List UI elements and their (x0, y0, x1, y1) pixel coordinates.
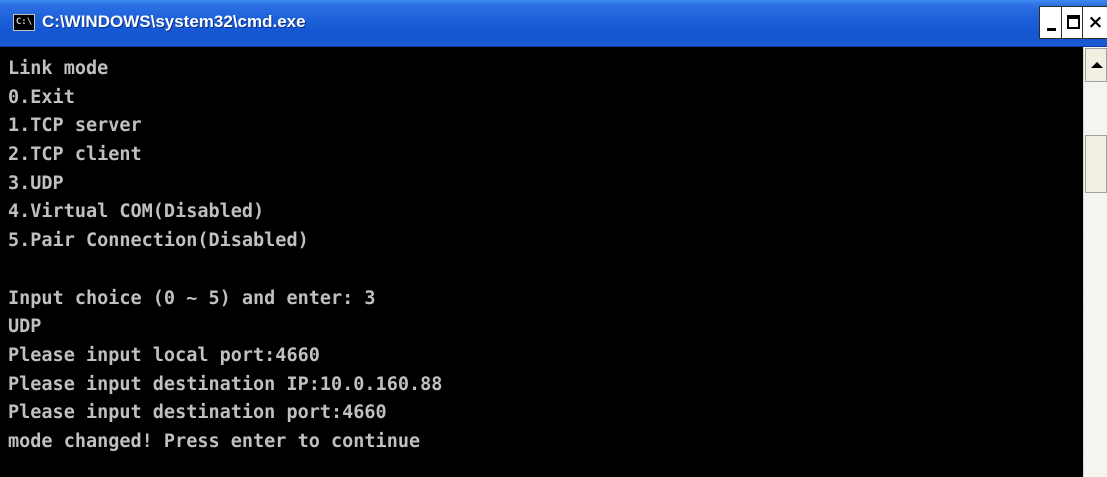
console-line: 0.Exit (8, 86, 75, 108)
console-line: Please input destination port:4660 (8, 402, 387, 424)
scroll-up-button[interactable] (1085, 48, 1107, 82)
title-bar[interactable]: C:\ C:\WINDOWS\system32\cmd.exe × (0, 0, 1107, 47)
close-icon: × (1087, 11, 1104, 33)
maximize-icon (1067, 15, 1080, 29)
console-line: 5.Pair Connection(Disabled) (8, 230, 309, 252)
window-title: C:\WINDOWS\system32\cmd.exe (42, 12, 306, 31)
console-line: 2.TCP client (8, 144, 142, 166)
scroll-up-arrow-icon (1091, 62, 1103, 68)
minimize-icon (1047, 28, 1056, 31)
console-output[interactable]: Link mode 0.Exit 1.TCP server 2.TCP clie… (0, 47, 1083, 477)
cmd-window: C:\ C:\WINDOWS\system32\cmd.exe × Link m… (0, 0, 1107, 477)
console-line: 3.UDP (8, 172, 64, 194)
scrollbar-thumb[interactable] (1085, 135, 1107, 193)
console-line: Please input local port:4660 (8, 344, 320, 366)
console-line: Please input destination IP:10.0.160.88 (8, 373, 443, 395)
cmd-app-icon[interactable]: C:\ (13, 14, 35, 31)
vertical-scrollbar[interactable] (1083, 47, 1107, 477)
console-line: mode changed! Press enter to continue (8, 430, 421, 452)
console-line: Link mode (8, 58, 109, 79)
close-button[interactable]: × (1082, 6, 1107, 39)
console-line: Input choice (0 ~ 5) and enter: 3 (8, 287, 376, 309)
console-line: 4.Virtual COM(Disabled) (8, 201, 265, 223)
console-line: UDP (8, 316, 42, 338)
console-line: 1.TCP server (8, 115, 142, 137)
